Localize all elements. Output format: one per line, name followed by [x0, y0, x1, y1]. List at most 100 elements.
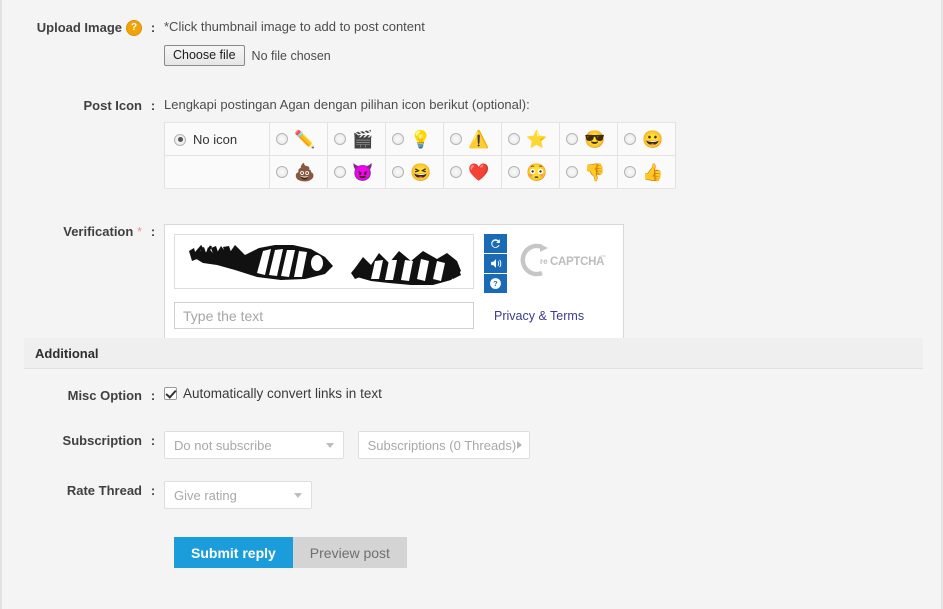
recaptcha-widget: ? re CAPTCHA ™ Type the text Privacy & T…: [164, 224, 624, 339]
clapperboard-icon: 🎬: [352, 129, 374, 149]
thumbs-up-radio[interactable]: [624, 166, 636, 179]
star-radio[interactable]: [508, 133, 520, 146]
no-icon-label: No icon: [193, 132, 238, 148]
rate-thread-select-value: Give rating: [174, 487, 237, 503]
chevron-down-icon: [294, 493, 302, 498]
blue-face-icon: 😳: [526, 162, 548, 182]
upload-image-row: Upload Image? : *Click thumbnail image t…: [2, 18, 943, 66]
recaptcha-answer-area: Privacy & Terms: [174, 302, 614, 329]
lightbulb-radio[interactable]: [392, 133, 404, 146]
post-icon-colon: :: [150, 98, 156, 113]
post-icon-option-no-icon[interactable]: No icon: [164, 122, 270, 156]
smiling-radio[interactable]: [624, 133, 636, 146]
upload-image-label: Upload Image?: [2, 18, 142, 37]
svg-text:CAPTCHA: CAPTCHA: [550, 256, 604, 268]
subscription-control: Do not subscribe Subscriptions (0 Thread…: [164, 431, 943, 459]
post-icon-option-sunglasses[interactable]: 😎: [559, 122, 618, 156]
misc-option-row: Misc Option : Automatically convert link…: [2, 386, 943, 403]
upload-image-hint: *Click thumbnail image to add to post co…: [164, 19, 425, 34]
clapperboard-radio[interactable]: [334, 133, 346, 146]
post-icon-option-heart[interactable]: ❤️: [443, 155, 502, 189]
help-circle-icon[interactable]: ?: [126, 19, 142, 36]
file-input-wrap[interactable]: Choose file No file chosen: [164, 45, 943, 66]
post-icon-control: Lengkapi postingan Agan dengan pilihan i…: [164, 96, 943, 189]
privacy-terms-link[interactable]: Privacy & Terms: [494, 309, 584, 323]
recaptcha-controls: ?: [484, 234, 507, 294]
convert-links-label: Automatically convert links in text: [183, 386, 382, 401]
rate-thread-label: Rate Thread: [66, 483, 142, 498]
warning-radio[interactable]: [450, 133, 462, 146]
post-icon-option-star[interactable]: ⭐: [501, 122, 560, 156]
verification-row: Verification * : ? re CAPTCHA ™ Type the…: [2, 222, 943, 339]
pencil-radio[interactable]: [276, 133, 288, 146]
svg-text:™: ™: [600, 254, 606, 261]
verification-control: ? re CAPTCHA ™ Type the text Privacy & T…: [164, 222, 943, 339]
subscription-colon: :: [150, 433, 156, 448]
upload-image-colon: :: [150, 20, 156, 35]
subscriptions-threads-label: Subscriptions (0 Threads): [367, 437, 517, 453]
misc-option-colon: :: [150, 388, 156, 403]
verification-colon: :: [150, 224, 156, 239]
audio-captcha-button[interactable]: [484, 254, 507, 273]
post-icon-option-devil[interactable]: 😈: [327, 155, 386, 189]
smiling-face-icon: 😀: [642, 129, 664, 149]
upload-image-label-text: Upload Image: [36, 20, 122, 35]
post-icon-option-poop[interactable]: 💩: [269, 155, 328, 189]
post-icon-option-pencil[interactable]: ✏️: [269, 122, 328, 156]
svg-text:?: ?: [493, 279, 498, 288]
thumbs-down-radio[interactable]: [566, 166, 578, 179]
subscription-select[interactable]: Do not subscribe: [164, 431, 344, 459]
sunglasses-radio[interactable]: [566, 133, 578, 146]
post-icon-option-laughing[interactable]: 😆: [385, 155, 444, 189]
misc-option-label: Misc Option: [67, 388, 142, 403]
captcha-help-button[interactable]: ?: [484, 274, 507, 293]
post-icon-picker[interactable]: No icon ✏️ 🎬 💡 ⚠️ ⭐ 😎 😀 💩 😈 😆 ❤️ 😳 👎 👍: [164, 122, 676, 189]
heart-radio[interactable]: [450, 166, 462, 179]
pencil-icon: ✏️: [294, 129, 316, 149]
post-icon-row: Post Icon : Lengkapi postingan Agan deng…: [2, 96, 943, 189]
refresh-captcha-button[interactable]: [484, 234, 507, 253]
post-icon-option-thumbs-up[interactable]: 👍: [617, 155, 676, 189]
submit-reply-button[interactable]: Submit reply: [174, 537, 293, 568]
svg-text:re: re: [540, 257, 548, 266]
subscriptions-threads-button[interactable]: Subscriptions (0 Threads): [357, 431, 530, 459]
heart-icon: ❤️: [468, 162, 490, 182]
star-icon: ⭐: [526, 129, 548, 149]
recaptcha-brand-logo: re CAPTCHA ™: [516, 239, 608, 281]
poop-radio[interactable]: [276, 166, 288, 179]
post-icon-option-lightbulb[interactable]: 💡: [385, 122, 444, 156]
post-icon-option-warning[interactable]: ⚠️: [443, 122, 502, 156]
blue-face-radio[interactable]: [508, 166, 520, 179]
form-actions: Submit reply Preview post: [174, 537, 407, 568]
no-icon-radio[interactable]: [174, 133, 186, 146]
upload-image-control: *Click thumbnail image to add to post co…: [164, 18, 943, 66]
subscription-row: Subscription : Do not subscribe Subscrip…: [2, 431, 943, 459]
convert-links-checkbox[interactable]: [164, 387, 177, 400]
convert-links-checkbox-wrap[interactable]: Automatically convert links in text: [164, 386, 943, 401]
post-icon-label: Post Icon: [83, 98, 142, 113]
post-icon-option-clapperboard[interactable]: 🎬: [327, 122, 386, 156]
post-icon-option-blue-face[interactable]: 😳: [501, 155, 560, 189]
laughing-radio[interactable]: [392, 166, 404, 179]
choose-file-button[interactable]: Choose file: [164, 45, 245, 66]
subscription-label: Subscription: [62, 433, 142, 448]
captcha-text-input[interactable]: [174, 302, 474, 329]
poop-icon: 💩: [294, 162, 316, 182]
rate-thread-row: Rate Thread : Give rating: [2, 481, 943, 509]
additional-section-header: Additional: [24, 338, 923, 369]
additional-section-title: Additional: [35, 345, 99, 361]
post-icon-empty-cell: [164, 155, 270, 189]
devil-radio[interactable]: [334, 166, 346, 179]
post-reply-form: Upload Image? : *Click thumbnail image t…: [0, 0, 943, 609]
rate-thread-select[interactable]: Give rating: [164, 481, 312, 509]
verification-label: Verification *: [2, 222, 142, 239]
laughing-face-icon: 😆: [410, 162, 432, 182]
preview-post-button[interactable]: Preview post: [292, 537, 407, 568]
post-icon-option-thumbs-down[interactable]: 👎: [559, 155, 618, 189]
rate-thread-control: Give rating: [164, 481, 943, 509]
verification-label-text: Verification: [63, 224, 134, 239]
post-icon-option-smiling[interactable]: 😀: [617, 122, 676, 156]
captcha-image: [174, 234, 474, 289]
misc-option-control: Automatically convert links in text: [164, 386, 943, 401]
thumbs-up-icon: 👍: [642, 162, 664, 182]
